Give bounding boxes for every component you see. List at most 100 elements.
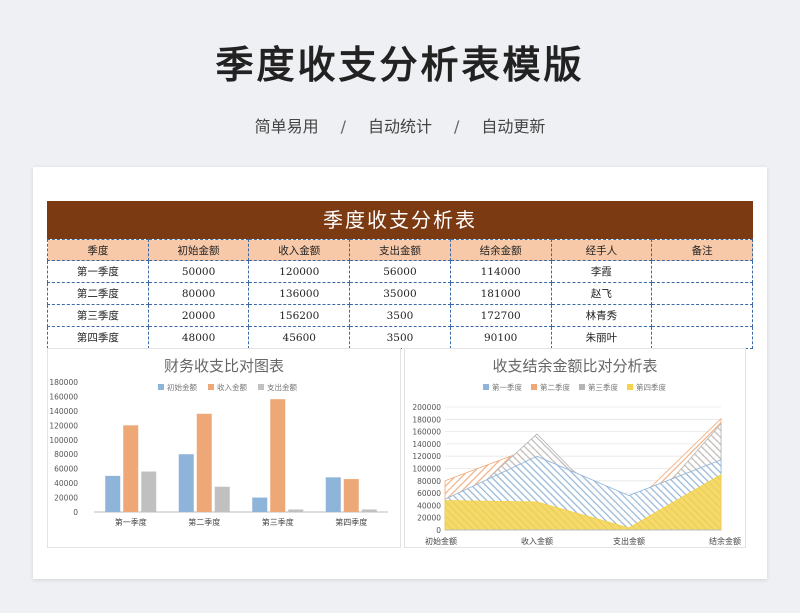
- feature-tags: 简单易用 / 自动统计 / 自动更新: [0, 113, 800, 137]
- legend-label: 第一季度: [492, 382, 522, 392]
- x-tick-label: 第三季度: [262, 517, 294, 527]
- table-row: 第三季度 20000 156200 3500 172700 林青秀: [47, 304, 753, 327]
- column-header: 结余金额: [449, 239, 552, 261]
- table-cell[interactable]: 56000: [349, 260, 451, 283]
- y-tick-label: 200000: [412, 403, 441, 412]
- chart-title: 收支结余金额比对分析表: [492, 357, 657, 375]
- y-tick-label: 80000: [54, 450, 78, 459]
- bar: [343, 479, 359, 512]
- bar-chart-panel: 财务收支比对图表初始金额 收入金额 支出金额 0 20000 40000 60000 8000…: [47, 348, 401, 548]
- legend-swatch: [208, 384, 214, 390]
- y-tick-label: 20000: [417, 514, 441, 523]
- legend-label: 初始金额: [167, 382, 197, 392]
- legend-swatch: [627, 384, 633, 390]
- x-tick-label: 支出金额: [613, 536, 645, 546]
- bar: [325, 477, 341, 512]
- bar: [252, 497, 268, 512]
- page-title: 季度收支分析表模版: [215, 43, 585, 87]
- table-cell[interactable]: 80000: [147, 282, 250, 305]
- table-cell[interactable]: 3500: [349, 326, 451, 349]
- table-cell[interactable]: 172700: [449, 304, 552, 327]
- y-tick-label: 60000: [54, 465, 78, 474]
- bar: [105, 475, 121, 512]
- table-row: 第二季度 80000 136000 35000 181000 赵飞: [47, 282, 753, 305]
- legend-label: 支出金额: [267, 382, 297, 392]
- area-chart-panel: 收支结余金额比对分析表 第一季度 第二季度 第三季度 第四季度 0 20000 40000 60…: [404, 348, 746, 548]
- table-cell[interactable]: 114000: [449, 260, 552, 283]
- y-tick-label: 20000: [54, 494, 78, 503]
- y-tick-label: 140000: [49, 407, 78, 416]
- tag-separator: /: [454, 117, 460, 136]
- feature-tag: 自动更新: [481, 117, 546, 136]
- table-cell[interactable]: 赵飞: [550, 282, 653, 305]
- table-cell[interactable]: 第一季度: [47, 260, 149, 283]
- table-cell[interactable]: [651, 260, 753, 283]
- y-tick-label: 100000: [412, 465, 441, 474]
- legend-swatch: [579, 384, 585, 390]
- y-tick-label: 100000: [49, 436, 78, 445]
- table-cell[interactable]: 林青秀: [550, 304, 653, 327]
- bar: [178, 454, 194, 512]
- table-cell[interactable]: 48000: [147, 326, 250, 349]
- legend-swatch: [483, 384, 489, 390]
- bar: [196, 413, 212, 512]
- legend-label: 收入金额: [217, 382, 247, 392]
- column-header: 备注: [651, 239, 753, 261]
- table-cell[interactable]: 50000: [147, 260, 250, 283]
- chart-title: 财务收支比对图表: [164, 357, 284, 375]
- table-cell[interactable]: 45600: [248, 326, 351, 349]
- feature-tag: 简单易用: [254, 117, 319, 136]
- table-cell[interactable]: [651, 326, 753, 349]
- legend-swatch: [158, 384, 164, 390]
- column-header: 季度: [47, 239, 149, 261]
- column-header: 收入金额: [248, 239, 351, 261]
- area-chart: 收支结余金额比对分析表第一季度 第二季度 第三季度 第四季度 0 20000 40000 60…: [412, 357, 741, 546]
- x-tick-label: 第一季度: [115, 517, 147, 527]
- bar: [123, 425, 139, 512]
- table-row: 第四季度 48000 45600 3500 90100 朱丽叶: [47, 326, 753, 349]
- x-tick-label: 结余金额: [709, 536, 741, 546]
- table-cell[interactable]: [651, 282, 753, 305]
- table-cell[interactable]: 90100: [449, 326, 552, 349]
- table-cell[interactable]: 156200: [248, 304, 351, 327]
- bar: [270, 399, 286, 512]
- x-tick-label: 第二季度: [188, 517, 220, 527]
- tag-separator: /: [340, 117, 346, 136]
- table-cell[interactable]: 136000: [248, 282, 351, 305]
- y-tick-label: 120000: [49, 421, 78, 430]
- y-tick-label: 40000: [54, 479, 78, 488]
- bar-chart: 财务收支比对图表初始金额 收入金额 支出金额 0 20000 40000 60000 8000…: [49, 357, 388, 527]
- y-tick-label: 160000: [412, 428, 441, 437]
- bar: [214, 486, 230, 512]
- table-cell[interactable]: 20000: [147, 304, 250, 327]
- table-cell[interactable]: 第四季度: [47, 326, 149, 349]
- column-header: 经手人: [550, 239, 653, 261]
- y-tick-label: 140000: [412, 440, 441, 449]
- table-cell[interactable]: 第三季度: [47, 304, 149, 327]
- table-cell[interactable]: 3500: [349, 304, 451, 327]
- y-tick-label: 0: [73, 508, 78, 517]
- legend-swatch: [531, 384, 537, 390]
- table-header-row: 季度 初始金额 收入金额 支出金额 结余金额 经手人 备注: [47, 239, 753, 261]
- y-tick-label: 40000: [417, 501, 441, 510]
- y-tick-label: 0: [436, 526, 441, 535]
- x-tick-label: 初始金额: [425, 536, 457, 546]
- table-cell[interactable]: 35000: [349, 282, 451, 305]
- column-header: 初始金额: [147, 239, 250, 261]
- y-tick-label: 180000: [412, 415, 441, 424]
- table-cell[interactable]: 120000: [248, 260, 351, 283]
- legend-label: 第四季度: [636, 382, 666, 392]
- spreadsheet-preview: 季度收支分析表 季度 初始金额 收入金额 支出金额 结余金额 经手人 备注 第一…: [33, 167, 767, 579]
- table-cell[interactable]: 第二季度: [47, 282, 149, 305]
- y-tick-label: 180000: [49, 378, 78, 387]
- table-cell[interactable]: 朱丽叶: [550, 326, 653, 349]
- y-tick-label: 120000: [412, 452, 441, 461]
- table-row: 第一季度 50000 120000 56000 114000 李霞: [47, 260, 753, 283]
- table-cell[interactable]: 181000: [449, 282, 552, 305]
- y-tick-label: 60000: [417, 489, 441, 498]
- quarter-table: 季度 初始金额 收入金额 支出金额 结余金额 经手人 备注 第一季度 50000…: [47, 239, 753, 349]
- bar: [141, 471, 157, 512]
- table-cell[interactable]: 李霞: [550, 260, 653, 283]
- table-cell[interactable]: [651, 304, 753, 327]
- y-tick-label: 80000: [417, 477, 441, 486]
